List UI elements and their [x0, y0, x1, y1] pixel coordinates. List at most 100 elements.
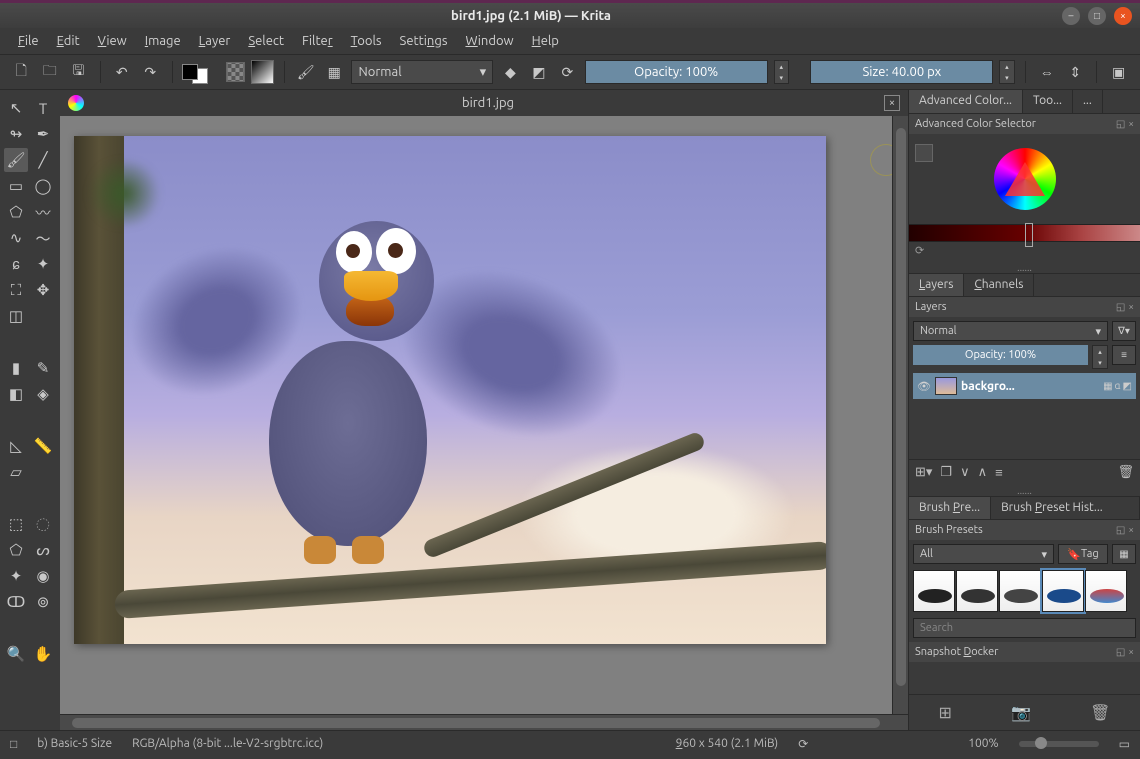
gradient-swatch[interactable]	[251, 60, 274, 84]
brush-storage-button[interactable]: ▦	[1112, 544, 1136, 564]
layer-visibility-icon[interactable]: 👁	[917, 380, 931, 393]
new-file-button[interactable]: 🗋	[10, 60, 33, 84]
gradient-tool[interactable]: ◧	[4, 382, 28, 406]
menu-image[interactable]: Image	[137, 31, 189, 51]
reload-preset-button[interactable]: ⟳	[556, 60, 579, 84]
contiguous-select-tool[interactable]: ✦	[4, 564, 28, 588]
ellipse-tool[interactable]: ◯	[31, 174, 55, 198]
brush-filter-select[interactable]: All▾	[913, 544, 1054, 564]
freehand-select2-tool[interactable]: ᔕ	[31, 538, 55, 562]
color-selector-config-icon[interactable]	[915, 144, 933, 162]
color-picker-tool[interactable]: ✎	[31, 356, 55, 380]
menu-help[interactable]: Help	[524, 31, 567, 51]
bezier-tool[interactable]: ∿	[4, 226, 28, 250]
magnetic-select-tool[interactable]: ⊚	[31, 590, 55, 614]
horizontal-scrollbar[interactable]	[60, 714, 908, 730]
menu-file[interactable]: File	[10, 31, 47, 51]
ellipse-select-tool[interactable]: ◌	[31, 512, 55, 536]
brush-tag-button[interactable]: 🔖 Tag	[1058, 544, 1108, 564]
layer-inherit-icon[interactable]: ◩	[1123, 380, 1132, 392]
brush-preset-5[interactable]	[1085, 570, 1127, 612]
polyline-tool[interactable]: 〰	[31, 200, 55, 224]
brush-settings-button[interactable]: ▦	[323, 60, 346, 84]
duplicate-layer-button[interactable]: ❐	[940, 465, 952, 480]
opacity-spinner[interactable]: ▴▾	[774, 60, 789, 84]
reference-tool[interactable]: ▱	[4, 460, 28, 484]
fg-bg-color-swatches[interactable]	[182, 60, 220, 84]
color-history-strip[interactable]	[909, 224, 1140, 242]
status-zoom-value[interactable]: 100%	[968, 737, 998, 750]
layer-filter-button[interactable]: ∇▾	[1112, 321, 1136, 341]
canvas-image[interactable]	[74, 136, 826, 644]
rect-select-tool[interactable]: ⬚	[4, 512, 28, 536]
save-button[interactable]: 🖫	[67, 60, 90, 84]
redo-button[interactable]: ↷	[139, 60, 162, 84]
layer-lock-icon[interactable]: ▦	[1103, 380, 1112, 392]
menu-window[interactable]: Window	[457, 31, 521, 51]
tab-more[interactable]: ...	[1073, 90, 1103, 113]
alpha-lock-button[interactable]: ◩	[528, 60, 551, 84]
pan-tool[interactable]: ✋	[31, 642, 55, 666]
layer-up-button[interactable]: ∧	[978, 465, 988, 480]
brush-size-slider[interactable]: Size: 40.00 px	[810, 60, 993, 84]
tab-channels[interactable]: Channels	[964, 274, 1034, 296]
tab-layers[interactable]: Layers	[909, 274, 964, 296]
document-tab-name[interactable]: bird1.jpg	[92, 96, 884, 110]
transform-layer-tool[interactable]: ◫	[4, 304, 28, 328]
blend-mode-select[interactable]: Normal▾	[351, 60, 493, 84]
dynamic-brush-tool[interactable]: ɕ	[4, 252, 28, 276]
maximize-button[interactable]: □	[1088, 7, 1106, 25]
menu-layer[interactable]: Layer	[191, 31, 239, 51]
opacity-slider[interactable]: Opacity: 100%	[585, 60, 768, 84]
snapshot-camera-button[interactable]: 📷	[1011, 703, 1031, 722]
assistant-tool[interactable]: ◺	[4, 434, 28, 458]
layer-blend-mode-select[interactable]: Normal▾	[913, 321, 1108, 341]
line-tool[interactable]: ╱	[31, 148, 55, 172]
freehand-select-tool[interactable]: ↬	[4, 122, 28, 146]
menu-tools[interactable]: Tools	[343, 31, 390, 51]
polygon-select-tool[interactable]: ⬠	[4, 538, 28, 562]
menu-edit[interactable]: Edit	[49, 31, 88, 51]
status-rotate-icon[interactable]: ⟳	[798, 737, 808, 751]
multibrush-tool[interactable]: ✦	[31, 252, 55, 276]
freehand-path-tool[interactable]: 〜	[31, 226, 55, 250]
layer-opacity-spinner[interactable]: ▴▾	[1092, 345, 1108, 369]
size-spinner[interactable]: ▴▾	[999, 60, 1014, 84]
pattern-edit-tool[interactable]: ◈	[31, 382, 55, 406]
menu-select[interactable]: Select	[240, 31, 292, 51]
menu-filter[interactable]: Filter	[294, 31, 341, 51]
layer-background[interactable]: 👁 backgro... ▦α◩	[913, 373, 1136, 399]
polygon-tool[interactable]: ⬠	[4, 200, 28, 224]
undo-button[interactable]: ↶	[110, 60, 133, 84]
edit-shapes-tool[interactable]: ✒	[31, 122, 55, 146]
eraser-mode-button[interactable]: ◆	[499, 60, 522, 84]
bezier-select-tool[interactable]: ↀ	[4, 590, 28, 614]
open-file-button[interactable]: 🗀	[39, 60, 62, 84]
similar-select-tool[interactable]: ◉	[31, 564, 55, 588]
document-tab-close[interactable]: ×	[884, 95, 900, 111]
move-tool[interactable]: ↖	[4, 96, 28, 120]
menu-settings[interactable]: Settings	[392, 31, 456, 51]
layer-properties-button[interactable]: ≡	[995, 465, 1003, 480]
workspace-button[interactable]: ▣	[1107, 60, 1130, 84]
layer-opacity-slider[interactable]: Opacity: 100%	[913, 345, 1088, 365]
pattern-swatch[interactable]	[226, 62, 245, 82]
brush-preset-4-selected[interactable]	[1042, 570, 1084, 612]
tab-brush-history[interactable]: Brush Preset Hist...	[991, 497, 1140, 519]
mirror-horizontal-button[interactable]: ⇔	[1035, 60, 1058, 84]
layer-options-button[interactable]: ≡	[1112, 345, 1136, 365]
snapshot-delete-button[interactable]: 🗑	[1090, 703, 1110, 722]
fill-tool[interactable]: ▮	[4, 356, 28, 380]
mirror-vertical-button[interactable]: ⇕	[1064, 60, 1087, 84]
vertical-scrollbar[interactable]	[892, 116, 908, 714]
zoom-fit-button[interactable]: ▭	[1119, 737, 1130, 751]
dock-float-icon[interactable]: ◱	[1116, 118, 1125, 130]
delete-layer-button[interactable]: 🗑	[1117, 465, 1134, 480]
add-layer-button[interactable]: ⊞▾	[915, 465, 932, 480]
brush-preset-1[interactable]	[913, 570, 955, 612]
brush-preset-2[interactable]	[956, 570, 998, 612]
transform-tool[interactable]: T	[31, 96, 55, 120]
rectangle-tool[interactable]: ▭	[4, 174, 28, 198]
measure-tool[interactable]: 📏	[31, 434, 55, 458]
canvas-viewport[interactable]	[60, 116, 908, 714]
